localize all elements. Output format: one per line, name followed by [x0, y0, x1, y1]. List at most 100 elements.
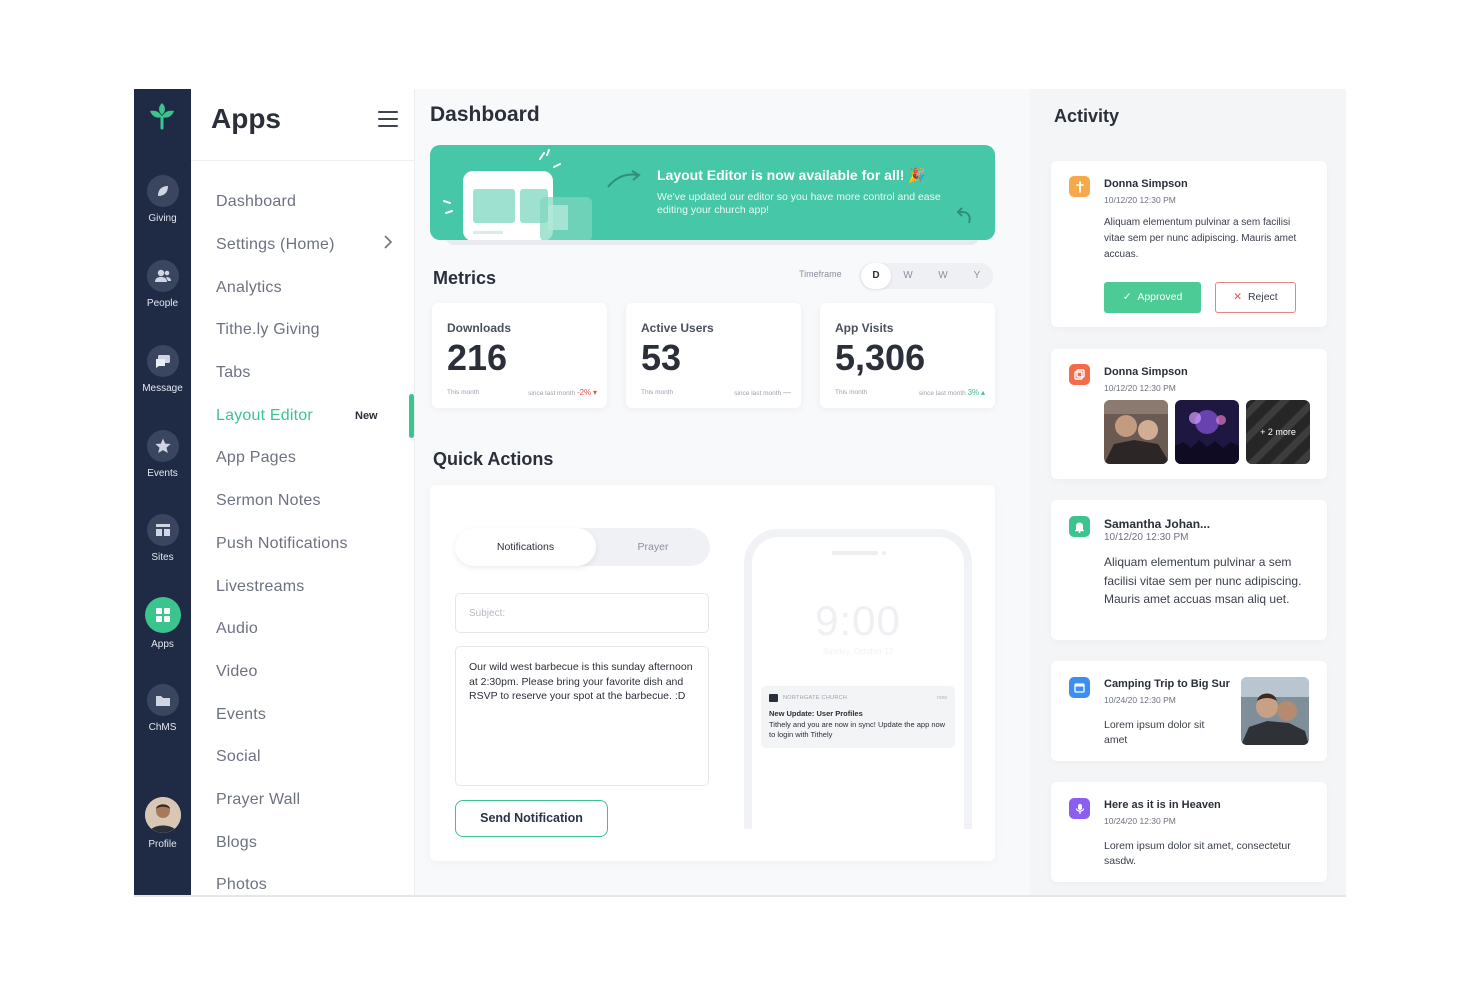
activity-text: Lorem ipsum dolor sit amet: [1104, 719, 1205, 746]
metrics-title: Metrics: [433, 268, 497, 288]
metric-label: Downloads: [447, 321, 512, 335]
approve-button[interactable]: ✓ Approved: [1104, 282, 1201, 313]
announcement-banner[interactable]: Layout Editor is now available for all! …: [430, 145, 995, 240]
chevron-right-icon[interactable]: [383, 235, 393, 249]
activity-time: 10/12/20 12:30 PM: [1104, 383, 1176, 393]
rail-item-events[interactable]: Events: [134, 430, 191, 479]
rail-label: Message: [142, 383, 183, 394]
metric-value: 5,306: [835, 337, 926, 378]
rail-item-apps[interactable]: Apps: [134, 597, 191, 650]
rail-item-giving[interactable]: Giving: [134, 175, 191, 224]
metric-card-app-visits[interactable]: App Visits 5,306 This month since last m…: [820, 303, 995, 408]
send-notification-button[interactable]: Send Notification: [455, 800, 608, 837]
activity-text: Lorem ipsum dolor sit amet, consectetur …: [1104, 840, 1291, 867]
photos-icon: [1069, 364, 1090, 385]
timeframe-option-w2[interactable]: W: [928, 263, 958, 289]
menu-item-prayer-wall[interactable]: Prayer Wall: [216, 791, 300, 809]
quick-actions-card: Notifications Prayer Our wild west barbe…: [430, 485, 995, 861]
timeframe-selector: D W W Y: [859, 263, 993, 289]
activity-author: Here as it is in Heaven: [1104, 799, 1221, 811]
apps-menu: Apps Dashboard Settings (Home) Analytics…: [191, 89, 415, 897]
activity-time: 10/12/20 12:30 PM: [1104, 532, 1189, 543]
notification-body-input[interactable]: Our wild west barbecue is this sunday af…: [455, 646, 709, 786]
menu-item-settings-home[interactable]: Settings (Home): [216, 236, 335, 254]
hamburger-icon[interactable]: [378, 111, 398, 129]
sites-icon: [146, 514, 179, 546]
menu-item-push-notifications[interactable]: Push Notifications: [216, 535, 348, 553]
subject-input[interactable]: [455, 593, 709, 633]
photo-thumbnail[interactable]: [1175, 400, 1239, 464]
tab-prayer[interactable]: Prayer: [596, 528, 710, 566]
metric-value: 216: [447, 337, 508, 378]
trend-down-icon: ▾: [592, 388, 597, 397]
tithely-logo[interactable]: [144, 97, 180, 133]
activity-item[interactable]: Here as it is in Heaven 10/24/20 12:30 P…: [1051, 782, 1327, 882]
undo-arrow-icon: [956, 207, 971, 224]
apps-menu-title: Apps: [211, 103, 281, 134]
menu-item-tabs[interactable]: Tabs: [216, 364, 251, 382]
banner-title: Layout Editor is now available for all! …: [657, 167, 926, 183]
menu-item-audio[interactable]: Audio: [216, 620, 258, 638]
menu-item-social[interactable]: Social: [216, 748, 261, 766]
rail-label: Apps: [151, 639, 174, 650]
phone-date: Sunday, October 12: [822, 647, 894, 656]
metric-card-downloads[interactable]: Downloads 216 This month since last mont…: [432, 303, 607, 408]
menu-item-tithely-giving[interactable]: Tithe.ly Giving: [216, 321, 320, 339]
metric-compare: since last month —: [734, 388, 791, 397]
menu-item-app-pages[interactable]: App Pages: [216, 449, 296, 467]
close-icon: ✕: [1233, 291, 1248, 303]
phone-camera: [882, 551, 886, 555]
activity-item[interactable]: Donna Simpson 10/12/20 12:30 PM + 2 more: [1051, 349, 1327, 479]
menu-item-events[interactable]: Events: [216, 706, 266, 724]
menu-item-video[interactable]: Video: [216, 663, 258, 681]
rail-item-sites[interactable]: Sites: [134, 514, 191, 563]
metric-card-active-users[interactable]: Active Users 53 This month since last mo…: [626, 303, 801, 408]
quick-actions-title: Quick Actions: [433, 449, 554, 469]
banner-text: We've updated our editor so you have mor…: [657, 191, 941, 216]
menu-item-blogs[interactable]: Blogs: [216, 834, 257, 852]
menu-item-analytics[interactable]: Analytics: [216, 279, 282, 297]
app-window: Giving People Message Events Sites Apps …: [134, 89, 1346, 897]
rail-label: Profile: [148, 839, 177, 850]
check-icon: ✓: [1122, 291, 1138, 303]
trend-flat-icon: —: [783, 388, 791, 397]
microphone-icon: [1069, 798, 1090, 819]
message-icon: [146, 345, 179, 377]
people-icon: [146, 260, 179, 292]
rail-item-message[interactable]: Message: [134, 345, 191, 394]
menu-item-dashboard[interactable]: Dashboard: [216, 193, 296, 211]
rail-item-people[interactable]: People: [134, 260, 191, 309]
activity-item[interactable]: Samantha Johan... 10/12/20 12:30 PM Aliq…: [1051, 500, 1327, 640]
notification-app-name: NORTHGATE CHURCH: [783, 695, 848, 701]
rail-item-chms[interactable]: ChMS: [134, 684, 191, 733]
notification-text: Tithely and you are now in sync! Update …: [769, 720, 946, 739]
photo-thumbnail[interactable]: [1104, 400, 1168, 464]
timeframe-option-w[interactable]: W: [893, 263, 923, 289]
activity-time: 10/24/20 12:30 PM: [1104, 695, 1176, 705]
metric-label: Active Users: [641, 321, 714, 335]
timeframe-label: Timeframe: [799, 269, 842, 279]
activity-text: Aliquam elementum pulvinar a sem facilis…: [1104, 555, 1302, 606]
menu-item-sermon-notes[interactable]: Sermon Notes: [216, 492, 321, 510]
rail-item-profile[interactable]: Profile: [134, 797, 191, 850]
rail-label: Events: [147, 468, 178, 479]
reject-button[interactable]: ✕ Reject: [1215, 282, 1296, 313]
timeframe-option-y[interactable]: Y: [962, 263, 992, 289]
activity-item[interactable]: Donna Simpson 10/12/20 12:30 PM Aliquam …: [1051, 161, 1327, 327]
metric-label: App Visits: [835, 321, 894, 335]
timeframe-option-d[interactable]: D: [861, 263, 891, 289]
leaf-icon: [146, 175, 179, 207]
activity-time: 10/12/20 12:30 PM: [1104, 195, 1176, 205]
menu-item-layout-editor[interactable]: Layout Editor: [216, 407, 313, 425]
metric-compare: since last month -2% ▾: [528, 388, 597, 397]
metric-period: This month: [641, 389, 674, 396]
metric-value: 53: [641, 337, 682, 378]
frame-bottom-border: [134, 895, 1346, 897]
tab-notifications[interactable]: Notifications: [455, 528, 596, 566]
notification-time: now: [936, 695, 947, 701]
menu-item-livestreams[interactable]: Livestreams: [216, 578, 304, 596]
event-photo[interactable]: [1241, 677, 1309, 745]
photo-thumbnail[interactable]: + 2 more: [1246, 400, 1310, 464]
activity-item[interactable]: Camping Trip to Big Sur 10/24/20 12:30 P…: [1051, 661, 1327, 761]
menu-item-photos[interactable]: Photos: [216, 876, 267, 894]
